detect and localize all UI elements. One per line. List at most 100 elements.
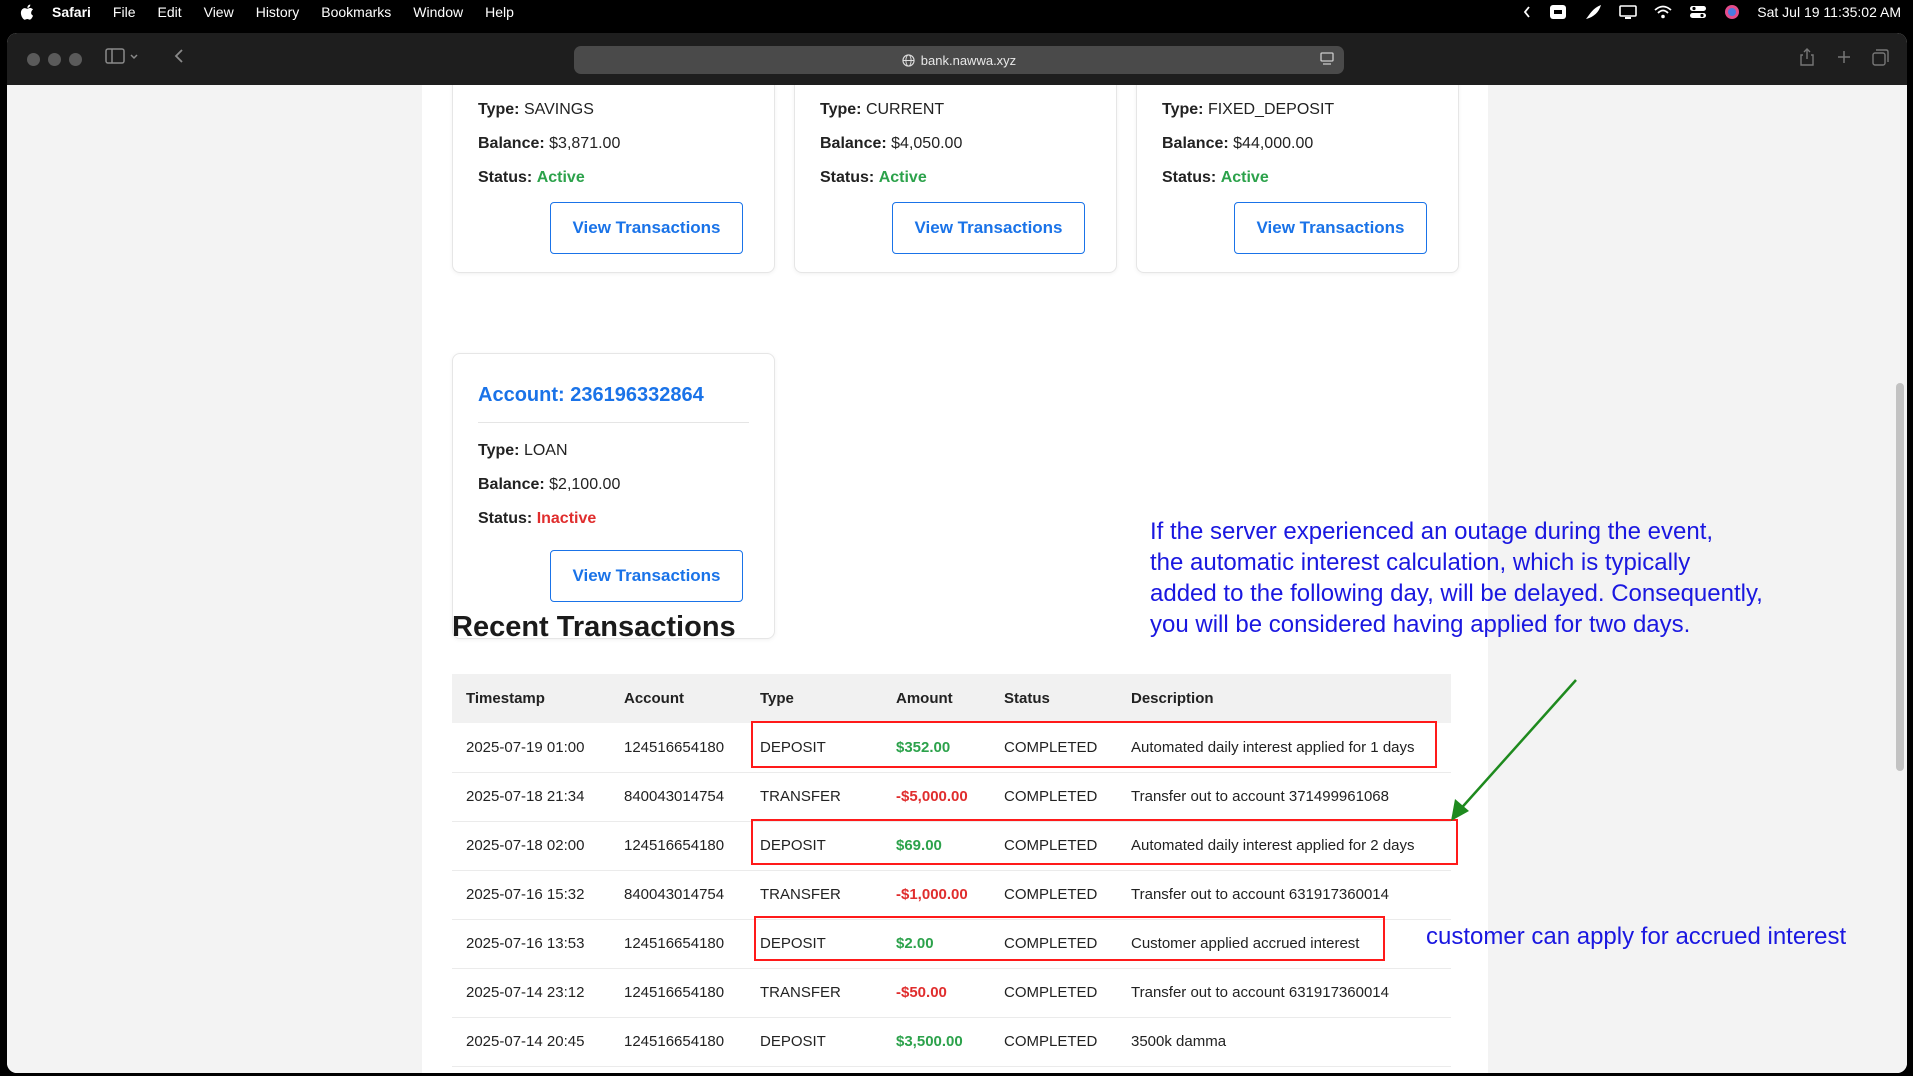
- page-viewport: Type: SAVINGS Balance: $3,871.00 Status:…: [7, 85, 1907, 1073]
- cell-timestamp: 2025-07-18 21:34: [452, 772, 610, 822]
- account-balance: Balance: $2,100.00: [478, 476, 621, 493]
- cell-amount: -$5,000.00: [882, 772, 990, 822]
- wifi-icon[interactable]: [1654, 5, 1672, 19]
- account-type: Type: LOAN: [478, 442, 568, 459]
- view-transactions-button[interactable]: View Transactions: [1234, 202, 1427, 254]
- account-status: Status: Active: [820, 169, 927, 186]
- menu-bar: Safari File Edit View History Bookmarks …: [0, 0, 1913, 24]
- table-row[interactable]: 2025-07-16 15:32 840043014754 TRANSFER -…: [452, 870, 1451, 920]
- close-window-button[interactable]: [27, 53, 40, 66]
- tab-overview-icon[interactable]: [1872, 49, 1889, 66]
- cell-account: 840043014754: [610, 870, 746, 920]
- highlight-box: [751, 819, 1458, 865]
- recent-transactions-title: Recent Transactions: [452, 611, 736, 643]
- menu-edit[interactable]: Edit: [157, 4, 181, 20]
- table-row[interactable]: 2025-07-14 20:45 124516654180 DEPOSIT $3…: [452, 1017, 1451, 1067]
- chevron-left-icon[interactable]: [1522, 5, 1532, 19]
- control-center-icon[interactable]: [1689, 5, 1707, 19]
- cell-amount: -$1,000.00: [882, 870, 990, 920]
- cell-status: COMPLETED: [990, 1017, 1117, 1067]
- menu-bookmarks[interactable]: Bookmarks: [321, 4, 391, 20]
- address-bar[interactable]: bank.nawwa.xyz: [574, 46, 1344, 74]
- annotation-arrow: [1451, 679, 1577, 821]
- menu-help[interactable]: Help: [485, 4, 514, 20]
- highlight-box: [751, 721, 1437, 768]
- account-card: Type: FIXED_DEPOSIT Balance: $44,000.00 …: [1136, 85, 1459, 273]
- card-divider: [478, 422, 749, 423]
- column-header[interactable]: Description: [1117, 674, 1451, 723]
- cell-description: Transfer out to account 371499961068: [1117, 772, 1451, 822]
- annotation-note: If the server experienced an outage duri…: [1150, 518, 1763, 638]
- menubar-datetime[interactable]: Sat Jul 19 11:35:02 AM: [1757, 4, 1901, 20]
- account-balance: Balance: $3,871.00: [478, 135, 621, 152]
- safari-window: bank.nawwa.xyz Type: SAVINGS Balance: $3…: [7, 33, 1907, 1073]
- cell-timestamp: 2025-07-14 23:12: [452, 968, 610, 1018]
- account-type: Type: SAVINGS: [478, 101, 594, 118]
- minimize-window-button[interactable]: [48, 53, 61, 66]
- account-status: Status: Inactive: [478, 510, 597, 527]
- view-transactions-button[interactable]: View Transactions: [550, 550, 743, 602]
- account-card: Type: CURRENT Balance: $4,050.00 Status:…: [794, 85, 1117, 273]
- view-transactions-button[interactable]: View Transactions: [550, 202, 743, 254]
- browser-toolbar: bank.nawwa.xyz: [7, 33, 1907, 85]
- zoom-window-button[interactable]: [69, 53, 82, 66]
- account-balance: Balance: $44,000.00: [1162, 135, 1314, 152]
- page-scrollbar[interactable]: [1896, 383, 1904, 771]
- cell-type: DEPOSIT: [746, 1017, 882, 1067]
- column-header[interactable]: Timestamp: [452, 674, 610, 723]
- cell-timestamp: 2025-07-16 13:53: [452, 919, 610, 969]
- menu-view[interactable]: View: [204, 4, 234, 20]
- cell-status: COMPLETED: [990, 870, 1117, 920]
- account-status: Status: Active: [478, 169, 585, 186]
- cell-amount: $3,500.00: [882, 1017, 990, 1067]
- account-balance: Balance: $4,050.00: [820, 135, 963, 152]
- menu-window[interactable]: Window: [413, 4, 463, 20]
- cell-type: TRANSFER: [746, 870, 882, 920]
- table-header-row: Timestamp Account Type Amount Status Des…: [452, 674, 1451, 723]
- cell-account: 840043014754: [610, 772, 746, 822]
- cell-account: 124516654180: [610, 723, 746, 773]
- table-row[interactable]: 2025-07-14 23:12 124516654180 TRANSFER -…: [452, 968, 1451, 1018]
- cell-account: 124516654180: [610, 821, 746, 871]
- column-header[interactable]: Account: [610, 674, 746, 723]
- cell-timestamp: 2025-07-19 01:00: [452, 723, 610, 773]
- cell-account: 124516654180: [610, 1017, 746, 1067]
- share-icon[interactable]: [1800, 48, 1814, 66]
- chevron-down-icon[interactable]: [129, 53, 139, 61]
- cell-description: Transfer out to account 631917360014: [1117, 968, 1451, 1018]
- storage-icon[interactable]: [1549, 4, 1567, 20]
- cell-timestamp: 2025-07-14 20:45: [452, 1017, 610, 1067]
- account-type: Type: CURRENT: [820, 101, 945, 118]
- column-header[interactable]: Type: [746, 674, 882, 723]
- column-header[interactable]: Status: [990, 674, 1117, 723]
- menu-file[interactable]: File: [113, 4, 136, 20]
- highlight-box: [754, 916, 1385, 961]
- cell-timestamp: 2025-07-16 15:32: [452, 870, 610, 920]
- cell-amount: -$50.00: [882, 968, 990, 1018]
- cell-type: TRANSFER: [746, 968, 882, 1018]
- back-icon[interactable]: [173, 48, 185, 64]
- menu-safari[interactable]: Safari: [52, 4, 91, 20]
- apple-icon[interactable]: [20, 4, 34, 20]
- view-transactions-button[interactable]: View Transactions: [892, 202, 1085, 254]
- account-title[interactable]: Account: 236196332864: [478, 384, 704, 407]
- column-header[interactable]: Amount: [882, 674, 990, 723]
- sidebar-toggle-icon[interactable]: [105, 48, 125, 64]
- cell-account: 124516654180: [610, 968, 746, 1018]
- url-text[interactable]: bank.nawwa.xyz: [921, 53, 1016, 68]
- reader-mode-icon[interactable]: [1320, 52, 1334, 66]
- display-icon[interactable]: [1619, 4, 1638, 20]
- globe-icon: [902, 53, 915, 67]
- table-row[interactable]: 2025-07-18 21:34 840043014754 TRANSFER -…: [452, 772, 1451, 822]
- cell-status: COMPLETED: [990, 772, 1117, 822]
- cell-type: TRANSFER: [746, 772, 882, 822]
- siri-icon[interactable]: [1724, 4, 1740, 20]
- new-tab-icon[interactable]: [1837, 50, 1851, 64]
- window-controls: [27, 53, 82, 66]
- account-card: Type: SAVINGS Balance: $3,871.00 Status:…: [452, 85, 775, 273]
- annotation-note: customer can apply for accrued interest: [1426, 923, 1847, 950]
- cell-description: Transfer out to account 631917360014: [1117, 870, 1451, 920]
- menu-history[interactable]: History: [256, 4, 300, 20]
- feather-icon[interactable]: [1584, 4, 1602, 20]
- account-type: Type: FIXED_DEPOSIT: [1162, 101, 1335, 118]
